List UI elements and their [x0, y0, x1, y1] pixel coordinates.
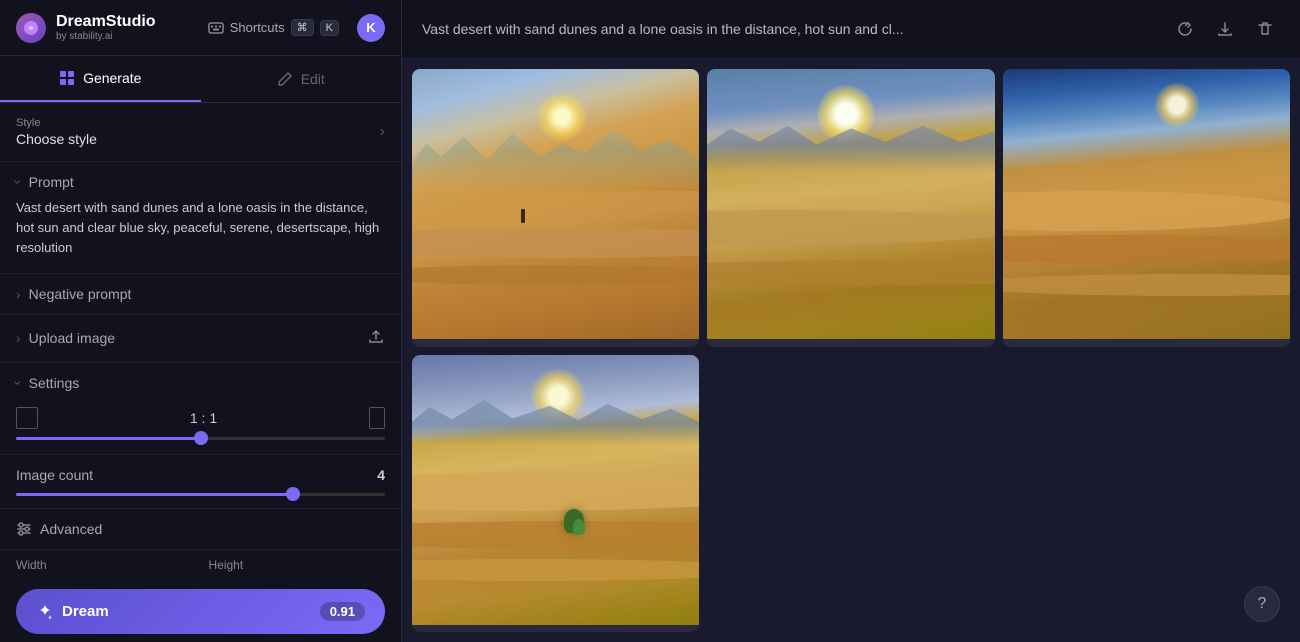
refresh-button[interactable]	[1170, 14, 1200, 44]
user-avatar[interactable]: K	[357, 14, 385, 42]
image-count-label: Image count	[16, 467, 93, 483]
height-label: Height	[209, 558, 386, 572]
aspect-ratio-row: 1 : 1	[0, 403, 401, 431]
settings-section: › Settings 1 : 1	[0, 363, 401, 455]
image-count-header: Image count 4	[16, 467, 385, 483]
prompt-section: › Prompt Vast desert with sand dunes and…	[0, 162, 401, 273]
generate-tab-label: Generate	[83, 70, 141, 86]
main-content: Vast desert with sand dunes and a lone o…	[402, 0, 1300, 642]
grid-image-2[interactable]	[707, 69, 994, 347]
image-count-section: Image count 4	[0, 455, 401, 509]
sidebar: DreamStudio by stability.ai Shortcuts ⌘ …	[0, 0, 402, 642]
download-icon	[1216, 20, 1234, 38]
width-col: Width	[16, 558, 193, 572]
tab-generate[interactable]: Generate	[0, 56, 201, 102]
help-icon: ?	[1258, 595, 1267, 613]
negative-prompt-chevron-icon: ›	[16, 286, 21, 302]
aspect-ratio-slider-container	[0, 431, 401, 454]
advanced-label: Advanced	[40, 521, 102, 537]
topbar-right: Shortcuts ⌘ K K	[200, 14, 385, 42]
tab-edit[interactable]: Edit	[201, 56, 402, 102]
upload-left: › Upload image	[16, 330, 115, 346]
refresh-icon	[1176, 20, 1194, 38]
height-col: Height	[209, 558, 386, 572]
trash-icon	[1256, 20, 1274, 38]
style-section[interactable]: Style Choose style ›	[0, 103, 401, 162]
image-count-slider-thumb[interactable]	[286, 487, 300, 501]
download-button[interactable]	[1210, 14, 1240, 44]
shortcuts-label: Shortcuts	[230, 20, 285, 35]
grid-image-3[interactable]	[1003, 69, 1290, 347]
header-actions	[1170, 14, 1280, 44]
dream-button-container: Dream 0.91	[0, 581, 401, 642]
upload-chevron-icon: ›	[16, 330, 21, 346]
settings-chevron-icon: ›	[10, 380, 26, 385]
edit-icon	[277, 71, 293, 87]
app-subtitle: by stability.ai	[56, 31, 156, 43]
aspect-ratio-slider-fill	[16, 437, 201, 440]
grid-image-4[interactable]	[412, 355, 699, 633]
wh-row: Width Height	[0, 550, 401, 576]
aspect-ratio-value: 1 : 1	[190, 410, 217, 426]
image-count-value: 4	[377, 467, 385, 483]
app-logo-icon	[16, 13, 46, 43]
style-section-label: Style	[16, 117, 97, 129]
shortcuts-button[interactable]: Shortcuts ⌘ K	[200, 15, 347, 40]
upload-image-row[interactable]: › Upload image	[0, 315, 401, 363]
edit-tab-label: Edit	[301, 71, 325, 87]
style-chevron-right-icon: ›	[380, 123, 385, 141]
style-value: Choose style	[16, 131, 97, 147]
app-logo-group: DreamStudio by stability.ai	[16, 12, 156, 43]
aspect-ratio-slider-track[interactable]	[16, 437, 385, 440]
dream-button-left: Dream	[36, 603, 109, 621]
ar-icon-tall-right	[369, 407, 385, 429]
settings-header[interactable]: › Settings	[0, 363, 401, 403]
prompt-display: Vast desert with sand dunes and a lone o…	[422, 21, 1102, 37]
advanced-row[interactable]: Advanced	[0, 509, 401, 550]
negative-prompt-row[interactable]: › Negative prompt	[0, 274, 401, 315]
help-button[interactable]: ?	[1244, 586, 1280, 622]
upload-icon	[367, 327, 385, 350]
settings-label: Settings	[29, 375, 80, 391]
images-header: Vast desert with sand dunes and a lone o…	[402, 0, 1300, 59]
style-label-group: Style Choose style	[16, 117, 97, 147]
ar-icon-square-left	[16, 407, 38, 429]
dream-credit: 0.91	[320, 602, 365, 621]
aspect-ratio-slider-thumb[interactable]	[194, 431, 208, 445]
width-label: Width	[16, 558, 193, 572]
prompt-label: Prompt	[29, 174, 74, 190]
prompt-text[interactable]: Vast desert with sand dunes and a lone o…	[0, 196, 401, 272]
kbd-cmd: ⌘	[291, 19, 314, 36]
kbd-k: K	[320, 20, 339, 36]
delete-button[interactable]	[1250, 14, 1280, 44]
dream-label: Dream	[62, 603, 109, 620]
app-title-group: DreamStudio by stability.ai	[56, 12, 156, 43]
upload-image-label: Upload image	[29, 330, 115, 346]
mode-tabs: Generate Edit	[0, 56, 401, 103]
generate-icon	[59, 70, 75, 86]
prompt-header[interactable]: › Prompt	[0, 162, 401, 196]
keyboard-icon	[208, 20, 224, 36]
image-count-slider-track[interactable]	[16, 493, 385, 496]
negative-prompt-label: Negative prompt	[29, 286, 132, 302]
advanced-icon	[16, 521, 32, 537]
app-header: DreamStudio by stability.ai Shortcuts ⌘ …	[0, 0, 401, 56]
image-count-slider-fill	[16, 493, 293, 496]
dream-sparkle-icon	[36, 603, 54, 621]
app-title: DreamStudio	[56, 12, 156, 31]
image-grid	[402, 59, 1300, 642]
prompt-chevron-icon: ›	[10, 180, 26, 185]
grid-image-1[interactable]	[412, 69, 699, 347]
dream-button[interactable]: Dream 0.91	[16, 589, 385, 634]
